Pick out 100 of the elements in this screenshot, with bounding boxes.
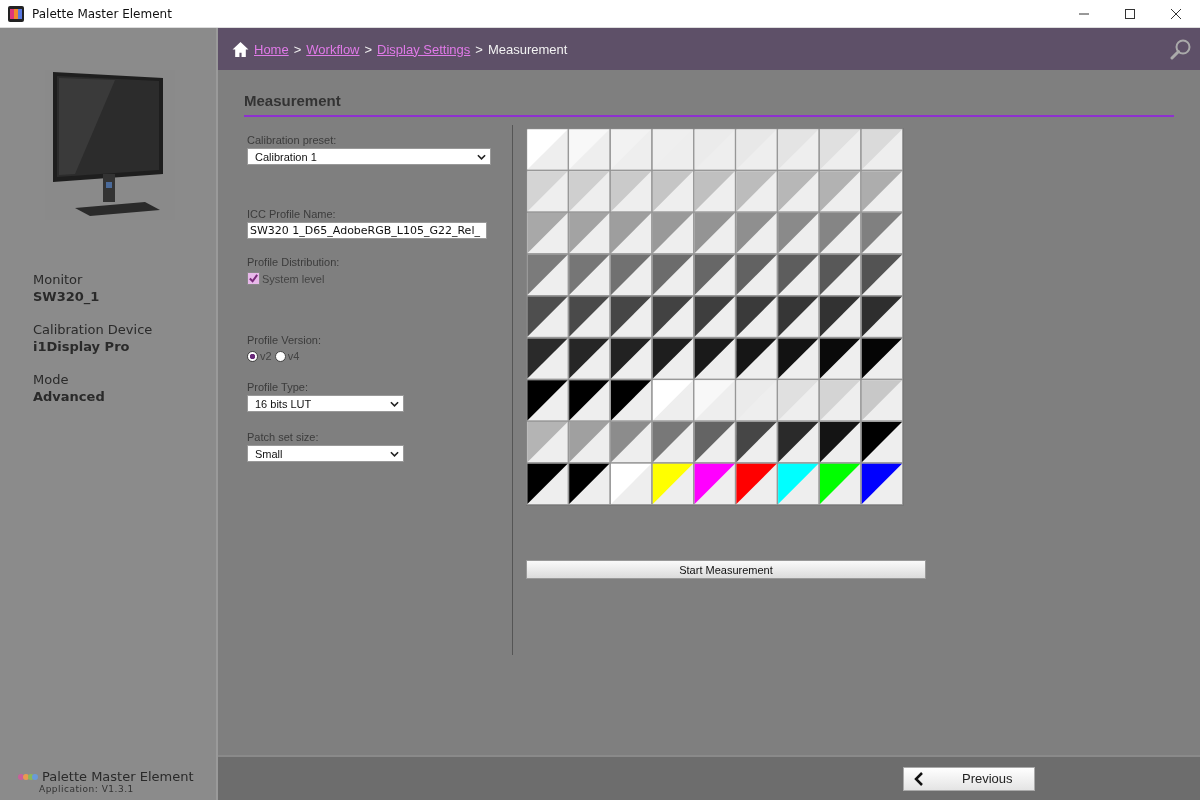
breadcrumb-current: Measurement xyxy=(487,41,568,57)
color-patch xyxy=(568,254,611,296)
color-patch xyxy=(610,128,652,171)
home-icon[interactable] xyxy=(232,40,249,58)
breadcrumb-separator: > xyxy=(475,41,483,57)
color-patch xyxy=(568,463,611,505)
color-patch xyxy=(777,421,820,463)
color-patch xyxy=(568,128,611,171)
field-label: Calibration preset: xyxy=(247,134,337,146)
start-measurement-button[interactable]: Start Measurement xyxy=(526,560,926,579)
version-text: Application: V1.3.1 xyxy=(39,784,135,794)
info-label: Mode xyxy=(33,372,70,387)
color-patch xyxy=(693,212,736,254)
color-patch xyxy=(861,463,903,505)
color-patch xyxy=(861,379,903,422)
color-patch xyxy=(652,254,694,296)
breadcrumb-separator: > xyxy=(364,41,373,57)
color-patch xyxy=(568,379,611,422)
color-patch xyxy=(861,421,903,463)
color-patch xyxy=(610,295,652,338)
color-patch xyxy=(652,170,694,213)
patch-size-dropdown[interactable]: Small xyxy=(247,445,404,462)
field-label: ICC Profile Name: xyxy=(247,208,336,220)
color-patch xyxy=(777,254,820,296)
color-patch xyxy=(735,128,778,171)
page-title: Measurement xyxy=(244,92,342,109)
radio-label: v2 xyxy=(260,350,272,362)
color-patch xyxy=(819,212,861,254)
color-patch xyxy=(610,463,652,505)
search-icon[interactable] xyxy=(1170,38,1192,60)
color-patch xyxy=(819,128,861,171)
color-patch xyxy=(568,421,611,463)
color-patch xyxy=(819,170,861,213)
app-name: Palette Master Element xyxy=(42,769,194,784)
info-value: SW320_1 xyxy=(33,289,101,304)
color-patch xyxy=(693,463,736,505)
color-patch xyxy=(693,170,736,213)
color-patch xyxy=(693,337,736,380)
checkbox[interactable] xyxy=(247,272,260,285)
color-patch xyxy=(526,295,569,338)
profile-name-field[interactable]: SW320 1_D65_AdobeRGB_L105_G22_Rel_ xyxy=(247,222,487,239)
color-patch xyxy=(777,170,820,213)
color-patch xyxy=(777,463,820,505)
chevron-left-icon xyxy=(914,771,924,786)
caret-icon xyxy=(477,153,486,160)
previous-button[interactable]: Previous xyxy=(903,766,1035,791)
color-patch xyxy=(819,295,861,338)
app-logo-icon xyxy=(8,5,24,22)
color-patch xyxy=(693,254,736,296)
color-patch xyxy=(777,128,820,171)
color-patch xyxy=(610,254,652,296)
color-patch xyxy=(568,295,611,338)
breadcrumb-separator: > xyxy=(293,41,302,57)
maximize-icon[interactable] xyxy=(1124,7,1136,20)
color-patch xyxy=(652,212,694,254)
info-value: Advanced xyxy=(33,389,106,404)
logo-icon xyxy=(17,771,39,782)
close-icon[interactable] xyxy=(1170,7,1182,20)
color-patch xyxy=(861,128,903,171)
color-patch xyxy=(652,421,694,463)
color-patch xyxy=(861,337,903,380)
field-label: Profile Version: xyxy=(247,334,321,346)
color-patch xyxy=(777,379,820,422)
color-patch xyxy=(735,212,778,254)
color-patch xyxy=(526,254,569,296)
color-patch xyxy=(819,337,861,380)
color-patch xyxy=(652,379,694,422)
color-patch xyxy=(861,254,903,296)
color-patch xyxy=(526,421,569,463)
color-patch xyxy=(610,170,652,213)
color-patch xyxy=(693,421,736,463)
color-patch xyxy=(526,170,569,213)
radio-button[interactable] xyxy=(247,350,258,362)
field-label: Profile Distribution: xyxy=(247,256,340,268)
color-patch xyxy=(735,254,778,296)
info-label: Calibration Device xyxy=(33,322,154,337)
color-patch xyxy=(610,212,652,254)
color-patch xyxy=(526,337,569,380)
color-patch xyxy=(735,337,778,380)
color-patch xyxy=(819,379,861,422)
color-patch xyxy=(526,379,569,422)
color-patch xyxy=(735,421,778,463)
info-value: i1Display Pro xyxy=(33,339,131,354)
field-label: Patch set size: xyxy=(247,431,319,443)
color-patch xyxy=(568,212,611,254)
field-label: Profile Type: xyxy=(247,381,308,393)
preset-dropdown[interactable]: Calibration 1 xyxy=(247,148,491,165)
radio-button[interactable] xyxy=(274,350,286,362)
color-patch xyxy=(735,463,778,505)
color-patch xyxy=(777,337,820,380)
color-patch xyxy=(819,463,861,505)
color-patch xyxy=(735,379,778,422)
profile-type-dropdown[interactable]: 16 bits LUT xyxy=(247,395,404,412)
window-title: Palette Master Element xyxy=(32,6,172,21)
color-patch xyxy=(526,463,569,505)
color-patch xyxy=(652,128,694,171)
color-patch xyxy=(861,295,903,338)
color-patch xyxy=(693,128,736,171)
color-patch xyxy=(526,128,569,171)
color-patch xyxy=(735,295,778,338)
